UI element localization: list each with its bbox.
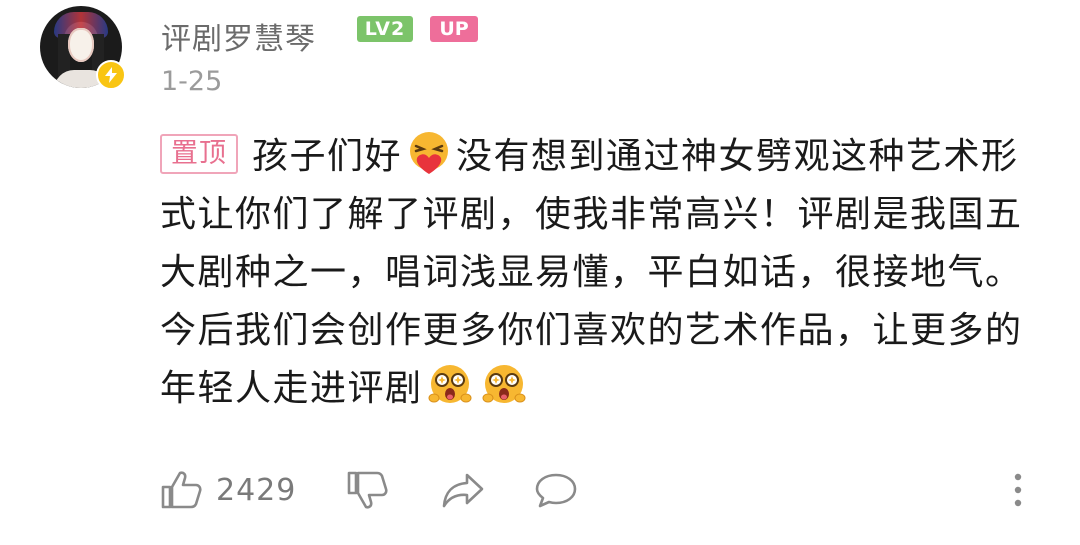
- verified-lightning-icon: [96, 60, 126, 90]
- like-count: 2429: [216, 472, 297, 508]
- like-button[interactable]: 2429: [160, 466, 296, 514]
- comment-body: 置顶 孩子们好 没有想到通过神女劈观这种艺术形式让你们了解了评剧，使我非常高兴！评…: [160, 128, 1050, 418]
- pinned-tag: 置顶: [160, 134, 238, 174]
- comment-card: 评剧罗慧琴 LV2 UP 1-25 置顶 孩子们好 没有想到通过神女劈观这种艺术形…: [0, 0, 1080, 545]
- up-badge: UP: [430, 16, 478, 42]
- share-button[interactable]: [441, 466, 485, 514]
- share-icon: [441, 469, 485, 511]
- username[interactable]: 评剧罗慧琴: [161, 14, 316, 58]
- excited-emoji: [427, 362, 473, 408]
- love-heart-emoji: [406, 130, 452, 176]
- comment-date: 1-25: [161, 66, 223, 97]
- more-options-button[interactable]: [1010, 466, 1026, 514]
- reply-button[interactable]: [534, 466, 578, 514]
- dislike-button[interactable]: [346, 466, 388, 514]
- more-icon: [1010, 469, 1026, 511]
- thumbs-down-icon: [346, 469, 388, 511]
- reply-icon: [534, 469, 578, 511]
- thumbs-up-icon: [160, 469, 202, 511]
- level-badge: LV2: [357, 16, 413, 42]
- comment-actions: 2429: [160, 466, 1040, 514]
- comment-text-part1: 孩子们好: [252, 136, 403, 177]
- excited-emoji: [481, 362, 527, 408]
